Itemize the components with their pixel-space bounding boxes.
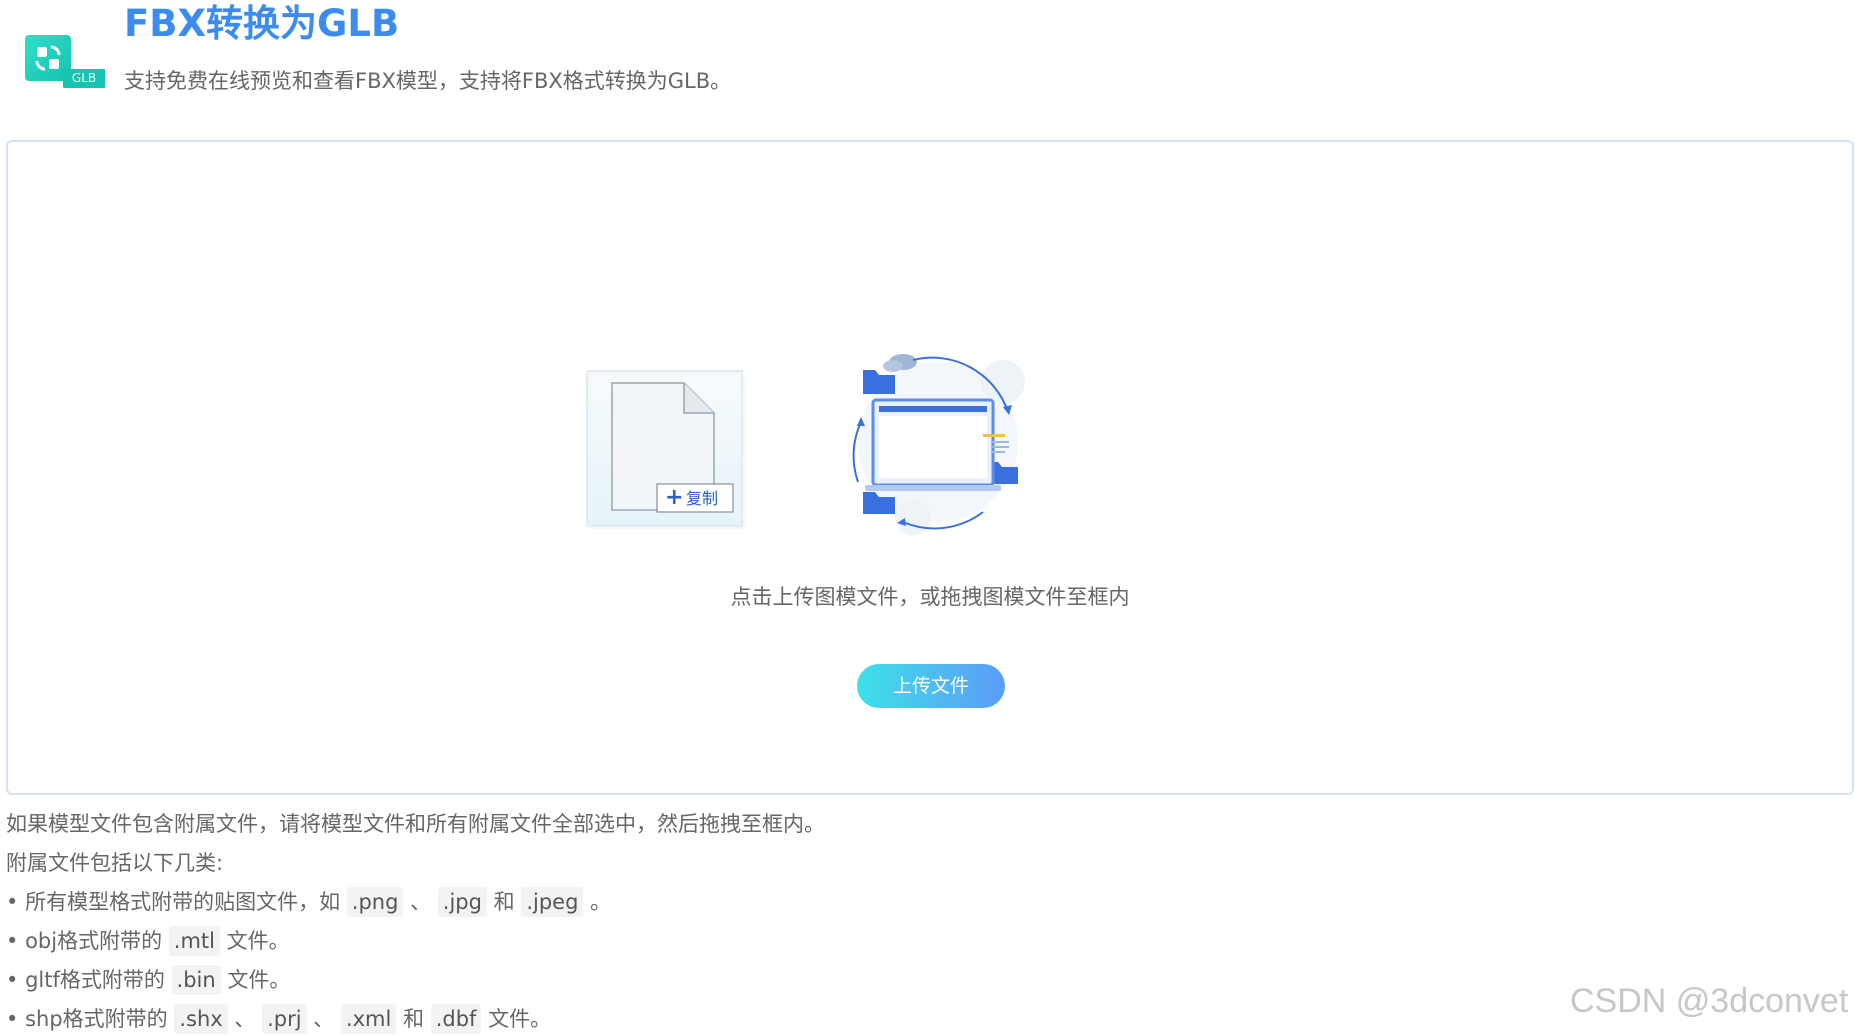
note-text: shp格式附带的 [18,1007,168,1031]
note-suffix: 文件。 [227,968,291,992]
page-title: FBX转换为GLB [124,2,400,45]
notes-line-2: 附属文件包括以下几类: [6,851,224,875]
watermark: CSDN @3dconvet [1570,982,1849,1020]
bullet: • [6,929,19,953]
copy-label: 复制 [686,489,719,508]
note-suffix: 文件。 [488,1007,552,1031]
notes-item-obj: • obj格式附带的 .mtl 文件。 [6,926,1506,965]
bullet: • [6,1007,19,1031]
sync-illustration [843,342,1033,542]
separator: 、 [234,1007,256,1031]
ext-code: .jpeg [521,887,584,917]
separator: 、 [410,890,432,914]
separator: 和 [493,890,515,914]
ext-code: .dbf [430,1004,482,1034]
note-suffix: 。 [590,890,612,914]
notes-line-1: 如果模型文件包含附属文件，请将模型文件和所有附属文件全部选中，然后拖拽至框内。 [6,812,825,836]
page-header: GLB FBX转换为GLB 支持免费在线预览和查看FBX模型，支持将FBX格式转… [0,0,1855,130]
logo-badge: GLB [63,69,105,88]
page-subtitle: 支持免费在线预览和查看FBX模型，支持将FBX格式转换为GLB。 [124,69,732,93]
ext-code: .png [346,887,404,917]
bullet: • [6,968,19,992]
attachment-notes: 如果模型文件包含附属文件，请将模型文件和所有附属文件全部选中，然后拖拽至框内。 … [6,809,1506,1035]
upload-hint: 点击上传图模文件，或拖拽图模文件至框内 [730,585,1130,609]
notes-item-shp: • shp格式附带的 .shx 、 .prj 、 .xml 和 .dbf 文件。 [6,1004,1506,1035]
file-copy-illustration: + 复制 [583,367,748,532]
note-text: obj格式附带的 [18,929,163,953]
ext-code: .jpg [437,887,487,917]
separator: 、 [313,1007,335,1031]
upload-dropzone[interactable]: + 复制 点击上传图模文件，或拖拽图模文件至框内 上传文件 [6,140,1854,795]
note-suffix: 文件。 [226,929,290,953]
page: GLB FBX转换为GLB 支持免费在线预览和查看FBX模型，支持将FBX格式转… [0,0,1855,1035]
ext-code: .prj [262,1004,307,1034]
separator: 和 [403,1007,425,1031]
note-text: gltf格式附带的 [18,968,165,992]
notes-item-gltf: • gltf格式附带的 .bin 文件。 [6,965,1506,1004]
ext-code: .xml [340,1004,397,1034]
note-text: 所有模型格式附带的贴图文件，如 [18,890,341,914]
ext-code: .bin [171,965,221,995]
upload-file-button[interactable]: 上传文件 [857,664,1005,708]
ext-code: .shx [174,1004,228,1034]
ext-code: .mtl [168,926,220,956]
notes-item-textures: • 所有模型格式附带的贴图文件，如 .png 、 .jpg 和 .jpeg 。 [6,887,1506,926]
glb-logo: GLB [25,35,105,95]
bullet: • [6,890,19,914]
copy-plus-icon: + [665,485,684,510]
